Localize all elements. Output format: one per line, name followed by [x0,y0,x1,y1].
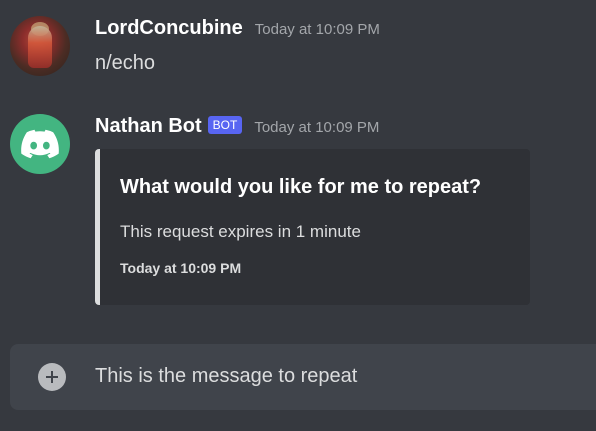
message-bot: Nathan Bot BOT Today at 10:09 PM What wo… [0,112,596,312]
user-avatar[interactable] [10,16,70,76]
chat-area: LordConcubine Today at 10:09 PM n/echo N… [0,0,596,431]
message-header: LordConcubine Today at 10:09 PM [95,17,380,40]
message-timestamp: Today at 10:09 PM [254,21,380,38]
message-input[interactable]: This is the message to repeat [95,365,357,388]
message-embed: What would you like for me to repeat? Th… [95,149,530,305]
message-user: LordConcubine Today at 10:09 PM n/echo [0,14,596,84]
bot-avatar[interactable] [10,114,70,174]
message-composer[interactable]: This is the message to repeat [10,344,596,410]
message-timestamp: Today at 10:09 PM [254,119,380,136]
plus-circle-icon[interactable] [38,363,66,391]
username[interactable]: LordConcubine [95,17,243,40]
embed-footer: Today at 10:09 PM [120,260,242,276]
message-content: n/echo [95,52,156,74]
embed-title: What would you like for me to repeat? [120,176,482,198]
bot-tag-badge: BOT [207,116,243,134]
discord-logo-icon [21,129,59,159]
username[interactable]: Nathan Bot [95,115,202,138]
message-header: Nathan Bot BOT Today at 10:09 PM [95,115,379,138]
embed-description: This request expires in 1 minute [120,222,361,241]
